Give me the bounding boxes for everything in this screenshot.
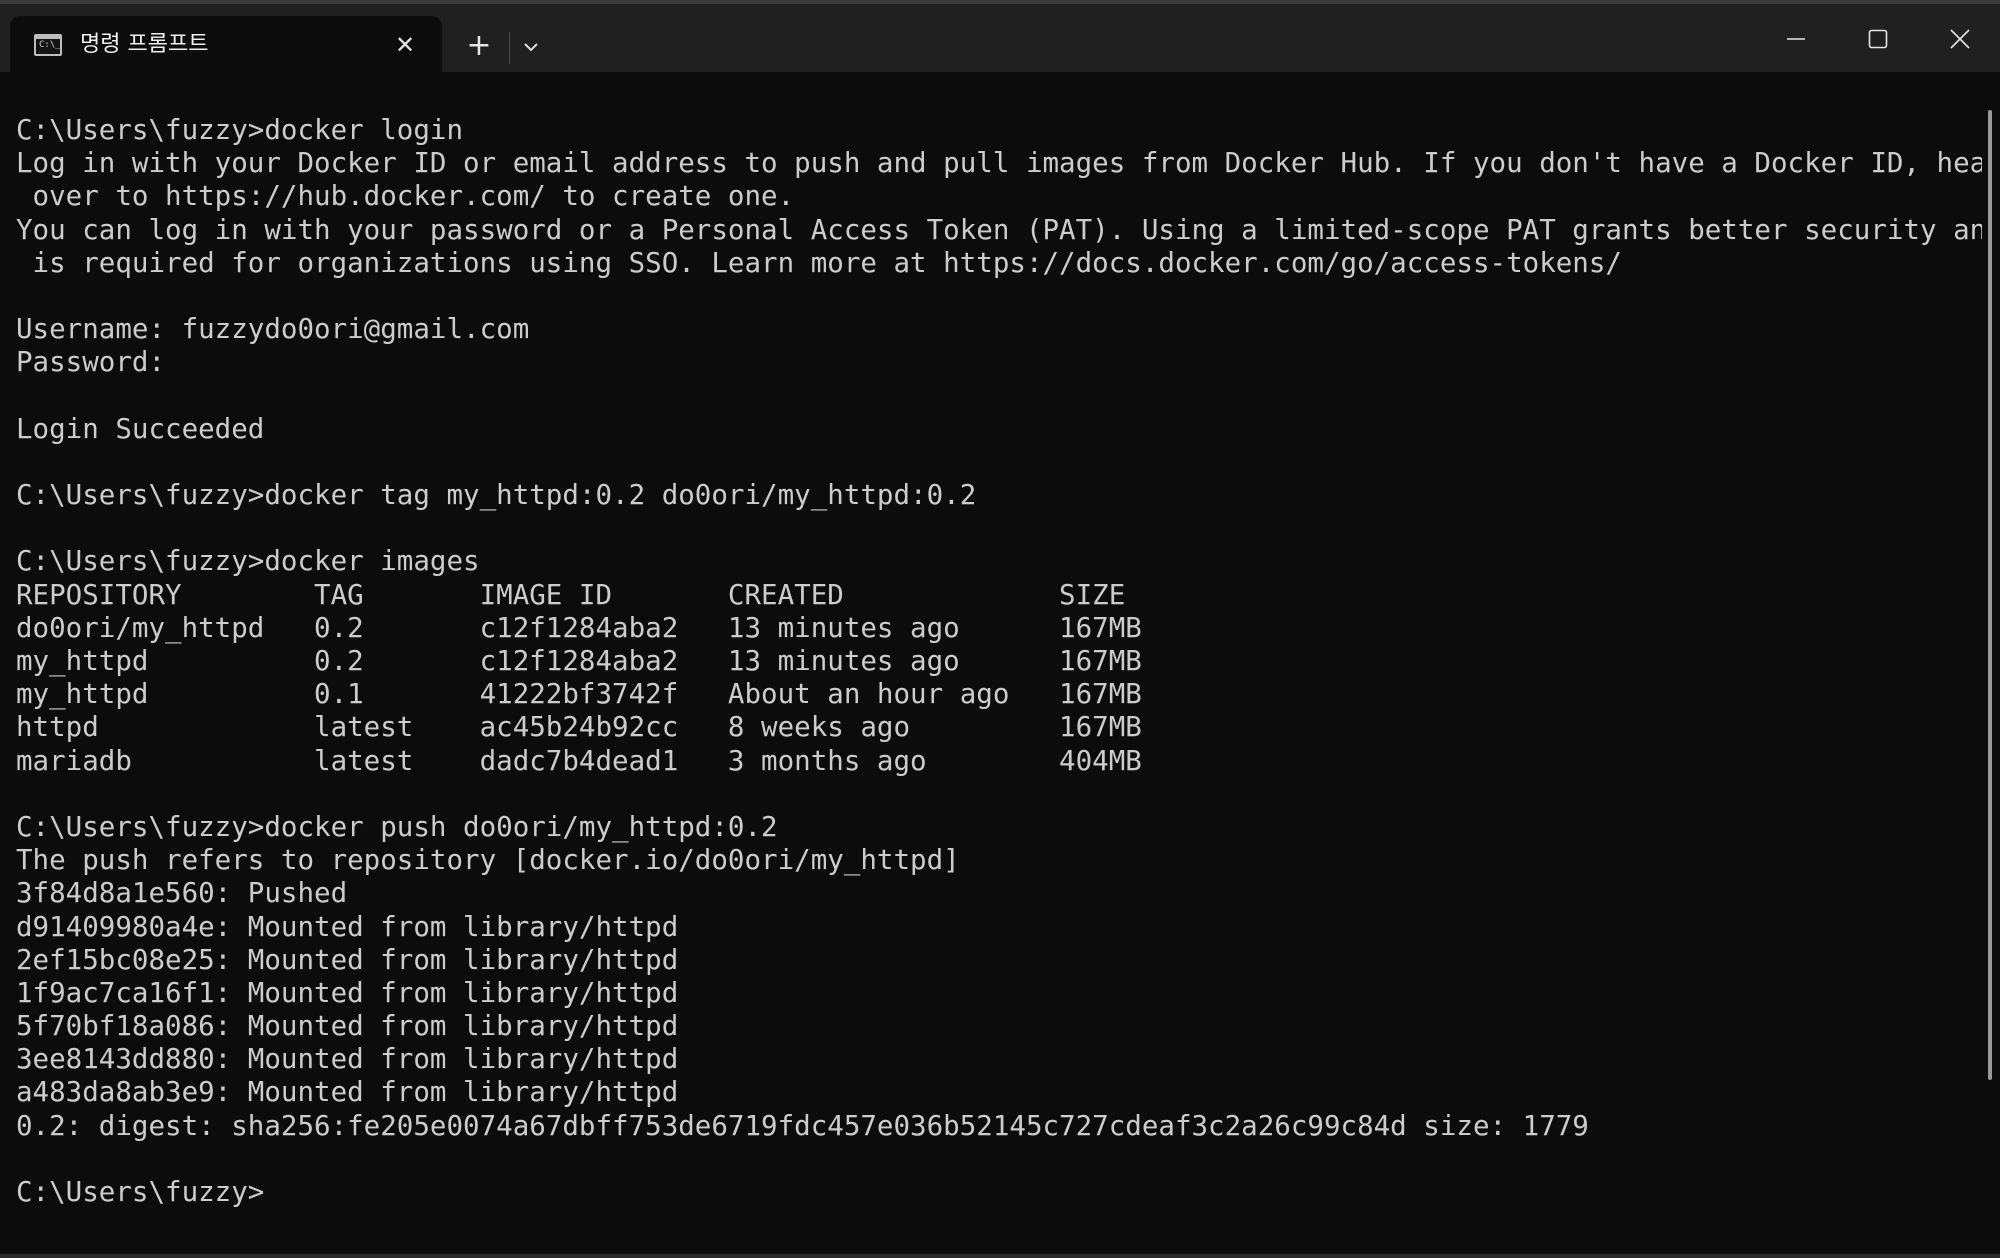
terminal-line: Log in with your Docker ID or email addr…	[16, 147, 1982, 180]
terminal-line: 3ee8143dd880: Mounted from library/httpd	[16, 1043, 679, 1076]
terminal-line: my_httpd 0.1 41222bf3742f About an hour …	[16, 678, 1142, 711]
tab-divider	[509, 32, 510, 64]
terminal-window: C:\_ 명령 프롬프트 ✕ + C:\Users\fuzzy>docker l…	[0, 0, 2000, 1258]
close-window-button[interactable]	[1920, 8, 2000, 70]
command-prompt-icon: C:\_	[34, 34, 62, 56]
terminal-line: my_httpd 0.2 c12f1284aba2 13 minutes ago…	[16, 645, 1142, 677]
terminal-line: Login Succeeded	[16, 412, 265, 445]
minimize-icon	[1787, 38, 1805, 40]
terminal-line: Password:	[16, 346, 166, 379]
plus-icon: +	[466, 28, 492, 63]
terminal-line: 0.2: digest: sha256:fe205e0074a67dbff753…	[16, 1109, 1589, 1142]
terminal-line: C:\Users\fuzzy>docker images	[16, 545, 480, 578]
terminal-output-area[interactable]: C:\Users\fuzzy>docker login Log in with y…	[0, 72, 1982, 1258]
tab-dropdown-button[interactable]	[514, 28, 548, 66]
terminal-line: do0ori/my_httpd 0.2 c12f1284aba2 13 minu…	[16, 611, 1142, 644]
new-tab-button[interactable]: +	[460, 28, 498, 66]
window-bottom-edge	[0, 1254, 2000, 1258]
terminal-line: d91409980a4e: Mounted from library/httpd	[16, 910, 679, 943]
minimize-button[interactable]	[1756, 8, 1836, 70]
terminal-text[interactable]: C:\Users\fuzzy>docker login Log in with y…	[16, 114, 1982, 1209]
terminal-line: C:\Users\fuzzy>docker push do0ori/my_htt…	[16, 810, 778, 843]
terminal-line: 3f84d8a1e560: Pushed	[16, 877, 348, 910]
terminal-line: is required for organizations using SSO.…	[16, 246, 1622, 279]
terminal-line: 2ef15bc08e25: Mounted from library/httpd	[16, 943, 679, 976]
scrollbar-thumb[interactable]	[1988, 110, 1992, 1080]
maximize-icon	[1868, 29, 1888, 49]
terminal-line: httpd latest ac45b24b92cc 8 weeks ago 16…	[16, 711, 1142, 744]
maximize-button[interactable]	[1838, 8, 1918, 70]
close-tab-icon: ✕	[394, 31, 416, 59]
terminal-line: C:\Users\fuzzy>docker tag my_httpd:0.2 d…	[16, 479, 977, 512]
tab-close-button[interactable]: ✕	[390, 30, 420, 60]
tab-command-prompt[interactable]: C:\_ 명령 프롬프트 ✕	[10, 16, 442, 76]
tab-title: 명령 프롬프트	[80, 32, 209, 57]
terminal-line: a483da8ab3e9: Mounted from library/httpd	[16, 1076, 679, 1109]
terminal-line: C:\Users\fuzzy>docker login	[16, 114, 464, 146]
title-bar[interactable]: C:\_ 명령 프롬프트 ✕ +	[0, 4, 2000, 76]
close-icon	[1950, 29, 1970, 49]
tab-icon-prompt: C:\_	[39, 40, 61, 50]
terminal-line: C:\Users\fuzzy>	[16, 1176, 265, 1208]
terminal-line: The push refers to repository [docker.io…	[16, 844, 960, 877]
terminal-line: over to https://hub.docker.com/ to creat…	[16, 180, 795, 213]
terminal-line: mariadb latest dadc7b4dead1 3 months ago…	[16, 744, 1142, 777]
terminal-line: REPOSITORY TAG IMAGE ID CREATED SIZE	[16, 578, 1126, 611]
chevron-down-icon	[524, 43, 538, 52]
terminal-line: Username: fuzzydo0ori@gmail.com	[16, 313, 530, 346]
vertical-scrollbar[interactable]	[1982, 72, 2000, 1258]
terminal-line: You can log in with your password or a P…	[16, 213, 1982, 246]
terminal-line: 1f9ac7ca16f1: Mounted from library/httpd	[16, 976, 679, 1009]
terminal-line: 5f70bf18a086: Mounted from library/httpd	[16, 1010, 679, 1043]
